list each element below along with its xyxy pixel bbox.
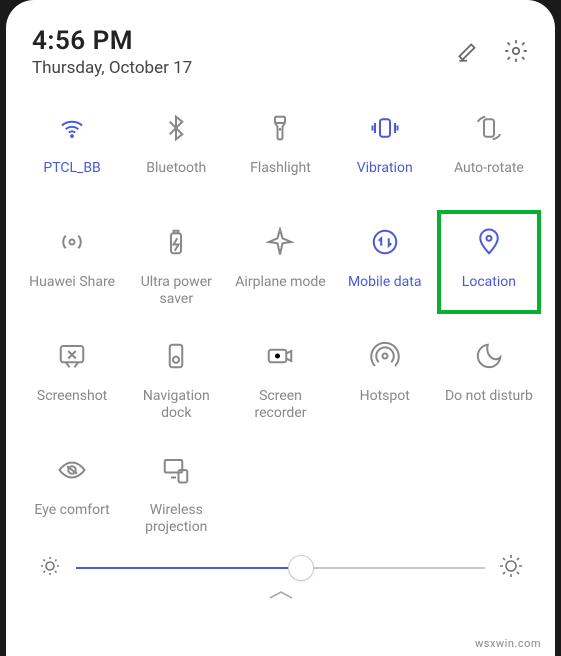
navdock-icon	[161, 334, 191, 378]
location-icon	[474, 220, 504, 264]
toggle-airplane[interactable]: Airplane mode	[228, 210, 332, 314]
huaweishare-icon	[57, 220, 87, 264]
toggle-bluetooth[interactable]: Bluetooth	[124, 96, 228, 200]
toggle-hotspot[interactable]: Hotspot	[333, 324, 437, 428]
dnd-icon	[474, 334, 504, 378]
mobiledata-icon	[370, 220, 400, 264]
toggle-label: Mobile data	[344, 274, 425, 291]
toggle-nav-dock[interactable]: Navigation dock	[124, 324, 228, 428]
toggle-label: Huawei Share	[25, 274, 119, 291]
toggle-label: Wireless projection	[141, 502, 211, 536]
toggle-grid: PTCL_BB Bluetooth Flashlight Vibration Auto-…	[18, 90, 543, 542]
toggle-autorotate[interactable]: Auto-rotate	[437, 96, 541, 200]
toggle-wireless-proj[interactable]: Wireless projection	[124, 438, 228, 542]
header-actions	[455, 38, 529, 68]
toggle-label: PTCL_BB	[39, 160, 104, 177]
time-text: 4:56 PM	[32, 26, 192, 56]
header: 4:56 PM Thursday, October 17	[18, 0, 543, 90]
battery-icon	[161, 220, 191, 264]
brightness-row	[18, 544, 543, 582]
brightness-low-icon	[38, 554, 62, 582]
toggle-label: Screen recorder	[250, 388, 310, 422]
toggle-eye-comfort[interactable]: Eye comfort	[20, 438, 124, 542]
slider-thumb[interactable]	[288, 555, 314, 581]
toggle-dnd[interactable]: Do not disturb	[437, 324, 541, 428]
autorotate-icon	[474, 106, 504, 150]
airplane-icon	[265, 220, 295, 264]
toggle-label: Eye comfort	[30, 502, 113, 519]
toggle-vibration[interactable]: Vibration	[333, 96, 437, 200]
wifi-icon	[57, 106, 87, 150]
toggle-label: Location	[458, 274, 520, 291]
toggle-location[interactable]: Location	[437, 210, 541, 314]
eyecomfort-icon	[57, 448, 87, 492]
slider-fill	[76, 567, 301, 569]
toggle-label: Auto-rotate	[450, 160, 528, 177]
quick-settings-panel: 4:56 PM Thursday, October 17 PTCL_BB Blue…	[6, 0, 555, 656]
bluetooth-icon	[161, 106, 191, 150]
flashlight-icon	[265, 106, 295, 150]
brightness-slider[interactable]	[76, 556, 485, 580]
wirelessproj-icon	[161, 448, 191, 492]
toggle-ultra-power[interactable]: Ultra power saver	[124, 210, 228, 314]
toggle-label: Flashlight	[246, 160, 315, 177]
toggle-label: Bluetooth	[142, 160, 210, 177]
clock-block: 4:56 PM Thursday, October 17	[32, 26, 192, 78]
toggle-label: Hotspot	[356, 388, 414, 405]
toggle-mobile-data[interactable]: Mobile data	[333, 210, 437, 314]
hotspot-icon	[370, 334, 400, 378]
vibration-icon	[370, 106, 400, 150]
panel-handle[interactable]	[18, 582, 543, 602]
toggle-label: Ultra power saver	[137, 274, 216, 308]
toggle-huawei-share[interactable]: Huawei Share	[20, 210, 124, 314]
toggle-screen-rec[interactable]: Screen recorder	[228, 324, 332, 428]
screenshot-icon	[57, 334, 87, 378]
brightness-high-icon	[499, 554, 523, 582]
toggle-label: Screenshot	[33, 388, 111, 405]
gear-icon[interactable]	[503, 38, 529, 68]
screenrec-icon	[265, 334, 295, 378]
toggle-label: Do not disturb	[441, 388, 537, 405]
toggle-wifi[interactable]: PTCL_BB	[20, 96, 124, 200]
toggle-label: Airplane mode	[231, 274, 329, 291]
toggle-label: Vibration	[353, 160, 417, 177]
toggle-label: Navigation dock	[139, 388, 214, 422]
toggle-flashlight[interactable]: Flashlight	[228, 96, 332, 200]
toggle-screenshot[interactable]: Screenshot	[20, 324, 124, 428]
edit-icon[interactable]	[455, 38, 481, 68]
watermark: wsxwin.com	[475, 637, 541, 650]
date-text: Thursday, October 17	[32, 58, 192, 78]
